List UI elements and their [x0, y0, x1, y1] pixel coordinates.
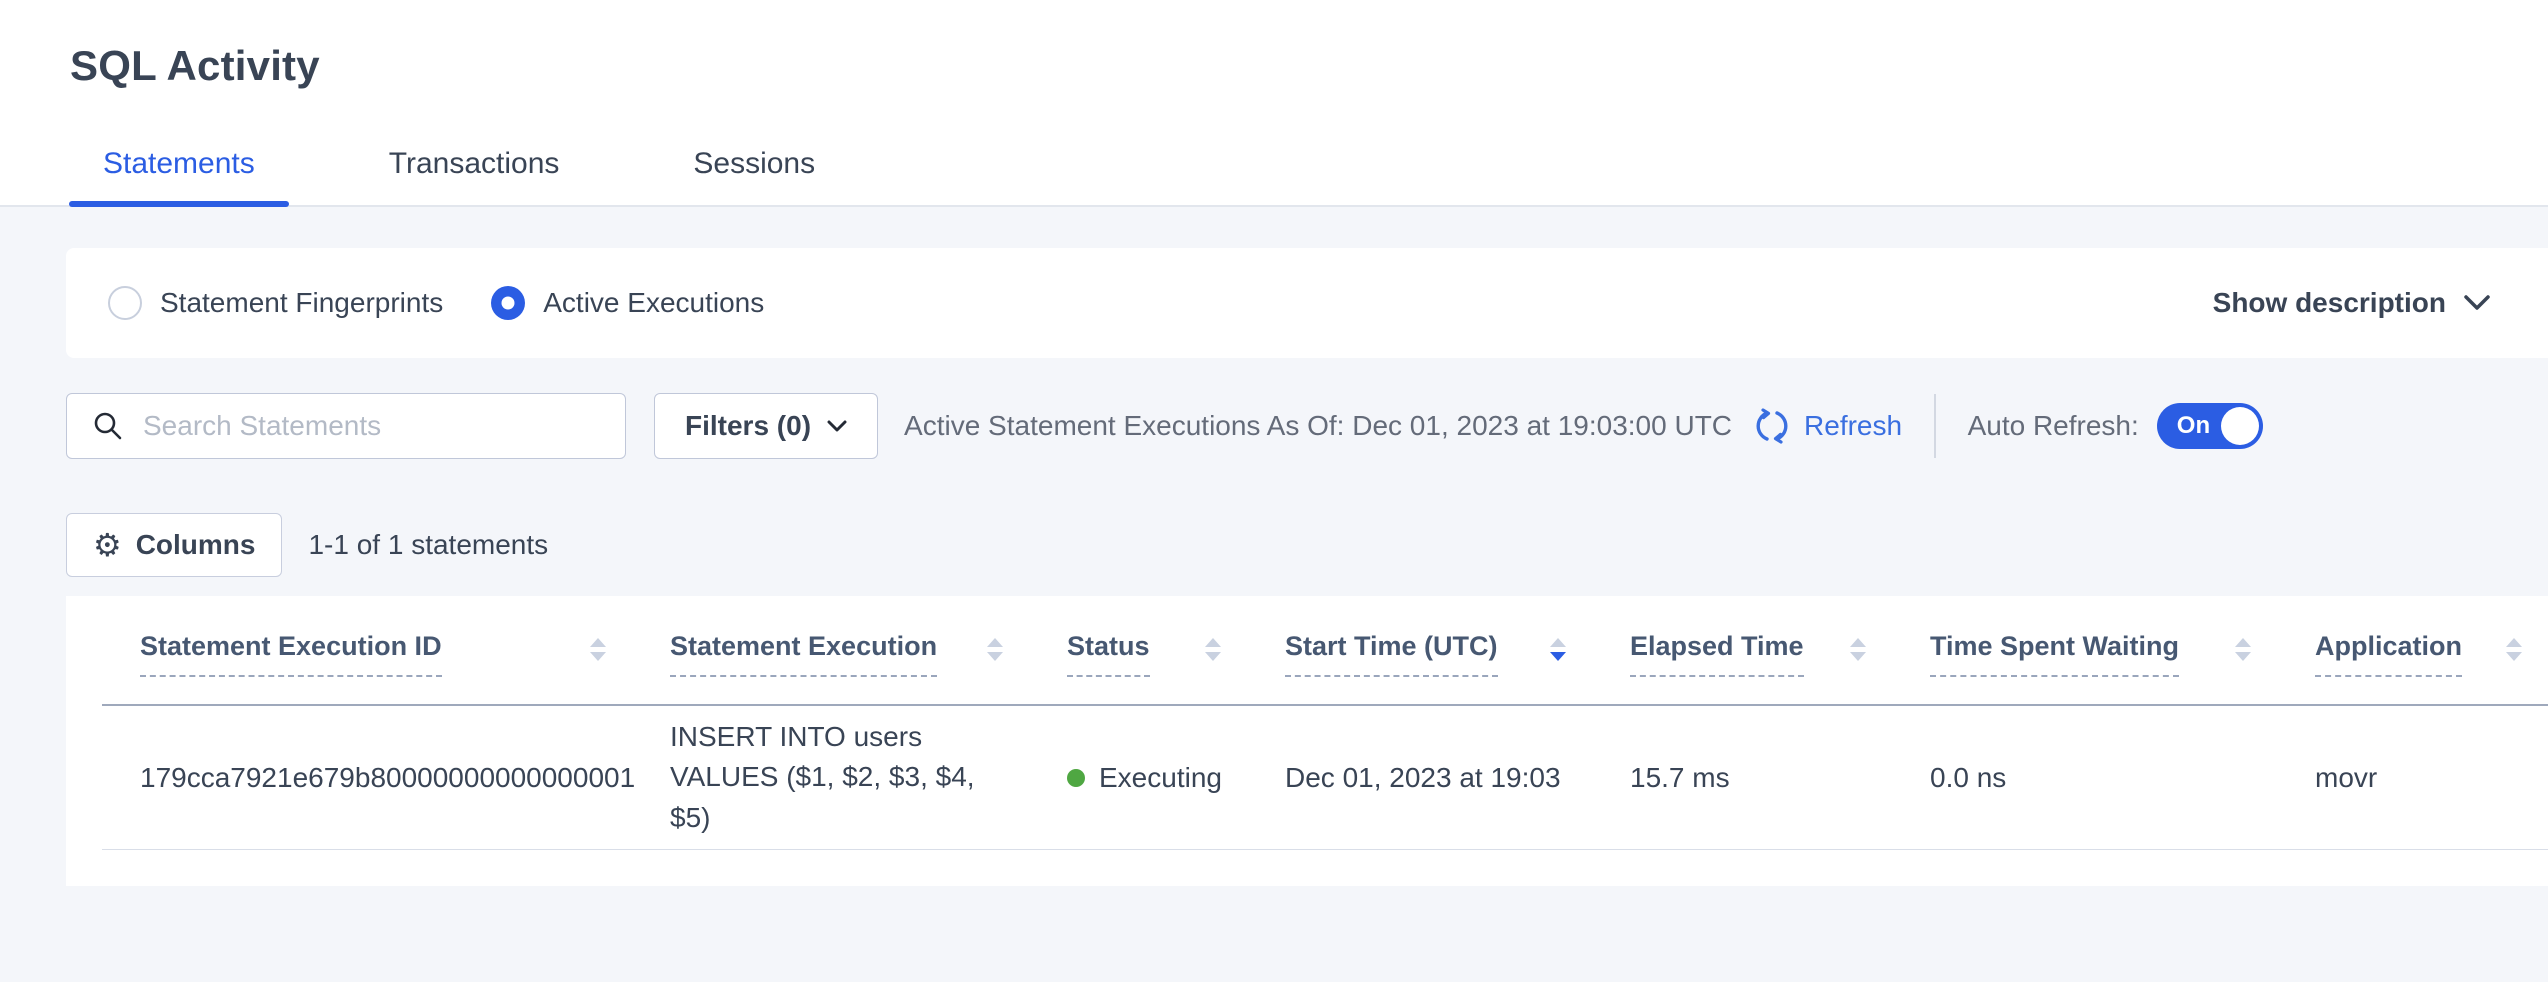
search-box[interactable] — [66, 393, 626, 459]
cell-elapsed-time: 15.7 ms — [1592, 706, 1892, 849]
as-of-timestamp: Active Statement Executions As Of: Dec 0… — [904, 410, 1732, 442]
column-header-start-time[interactable]: Start Time (UTC) — [1247, 596, 1592, 704]
radio-active-executions[interactable]: Active Executions — [491, 286, 764, 320]
sql-activity-page: SQL Activity Statements Transactions Ses… — [0, 0, 2548, 982]
sort-icon[interactable] — [987, 638, 1003, 661]
column-header-time-spent-waiting[interactable]: Time Spent Waiting — [1892, 596, 2277, 704]
radio-unselected-icon[interactable] — [108, 286, 142, 320]
tab-bar: Statements Transactions Sessions — [69, 147, 849, 207]
refresh-label: Refresh — [1804, 410, 1902, 442]
show-description-label: Show description — [2213, 287, 2446, 319]
sort-icon[interactable] — [590, 638, 606, 661]
column-header-statement-execution[interactable]: Statement Execution — [632, 596, 1029, 704]
column-header-application[interactable]: Application — [2277, 596, 2548, 704]
radio-selected-icon[interactable] — [491, 286, 525, 320]
sort-icon[interactable] — [1850, 638, 1866, 661]
tab-transactions[interactable]: Transactions — [355, 147, 594, 207]
cell-execution-id[interactable]: 179cca7921e679b80000000000000001 — [102, 706, 632, 849]
page-header: SQL Activity Statements Transactions Ses… — [0, 0, 2548, 207]
columns-button-label: Columns — [136, 529, 256, 561]
columns-button[interactable]: ⚙ Columns — [66, 513, 282, 577]
sort-icon[interactable] — [1205, 638, 1221, 661]
cell-start-time: Dec 01, 2023 at 19:03 — [1247, 706, 1592, 849]
refresh-icon — [1754, 408, 1790, 444]
auto-refresh-label: Auto Refresh: — [1968, 410, 2139, 442]
cell-status: Executing — [1029, 706, 1247, 849]
table-row[interactable]: 179cca7921e679b80000000000000001 INSERT … — [102, 706, 2548, 850]
chevron-down-icon — [827, 420, 847, 433]
show-description-toggle[interactable]: Show description — [2213, 287, 2548, 319]
toggle-state-label: On — [2177, 412, 2210, 440]
gear-icon: ⚙ — [93, 529, 122, 561]
column-header-elapsed-time[interactable]: Elapsed Time — [1592, 596, 1892, 704]
table-header-row: Statement Execution ID Statement Executi… — [102, 596, 2548, 706]
page-title: SQL Activity — [70, 42, 320, 90]
table-toolbar: ⚙ Columns 1-1 of 1 statements — [66, 513, 2548, 577]
tab-statements[interactable]: Statements — [69, 147, 289, 207]
toggle-knob[interactable] — [2221, 407, 2259, 445]
radio-label: Statement Fingerprints — [160, 287, 443, 319]
sort-icon[interactable] — [2506, 638, 2522, 661]
auto-refresh-toggle[interactable]: On — [2157, 403, 2263, 449]
search-icon — [93, 411, 123, 441]
radio-statement-fingerprints[interactable]: Statement Fingerprints — [108, 286, 443, 320]
column-header-statement-execution-id[interactable]: Statement Execution ID — [102, 596, 632, 704]
view-mode-card: Statement Fingerprints Active Executions… — [66, 248, 2548, 358]
result-count: 1-1 of 1 statements — [308, 529, 548, 561]
search-input[interactable] — [143, 410, 605, 442]
tab-sessions[interactable]: Sessions — [659, 147, 849, 207]
cell-statement[interactable]: INSERT INTO users VALUES ($1, $2, $3, $4… — [632, 706, 1029, 849]
chevron-down-icon — [2464, 295, 2490, 311]
statements-table-card: Statement Execution ID Statement Executi… — [66, 596, 2548, 886]
cell-application: movr — [2277, 706, 2548, 849]
sort-icon-active-desc[interactable] — [1550, 638, 1566, 661]
status-label: Executing — [1099, 762, 1222, 794]
controls-row: Filters (0) Active Statement Executions … — [66, 393, 2548, 459]
refresh-button[interactable]: Refresh — [1754, 408, 1902, 444]
sort-icon[interactable] — [2235, 638, 2251, 661]
filters-button[interactable]: Filters (0) — [654, 393, 878, 459]
page-body: Statement Fingerprints Active Executions… — [0, 248, 2548, 886]
executing-status-icon — [1067, 769, 1085, 787]
radio-label: Active Executions — [543, 287, 764, 319]
column-header-status[interactable]: Status — [1029, 596, 1247, 704]
cell-time-spent-waiting: 0.0 ns — [1892, 706, 2277, 849]
filters-label: Filters (0) — [685, 410, 811, 442]
vertical-divider — [1934, 394, 1936, 458]
